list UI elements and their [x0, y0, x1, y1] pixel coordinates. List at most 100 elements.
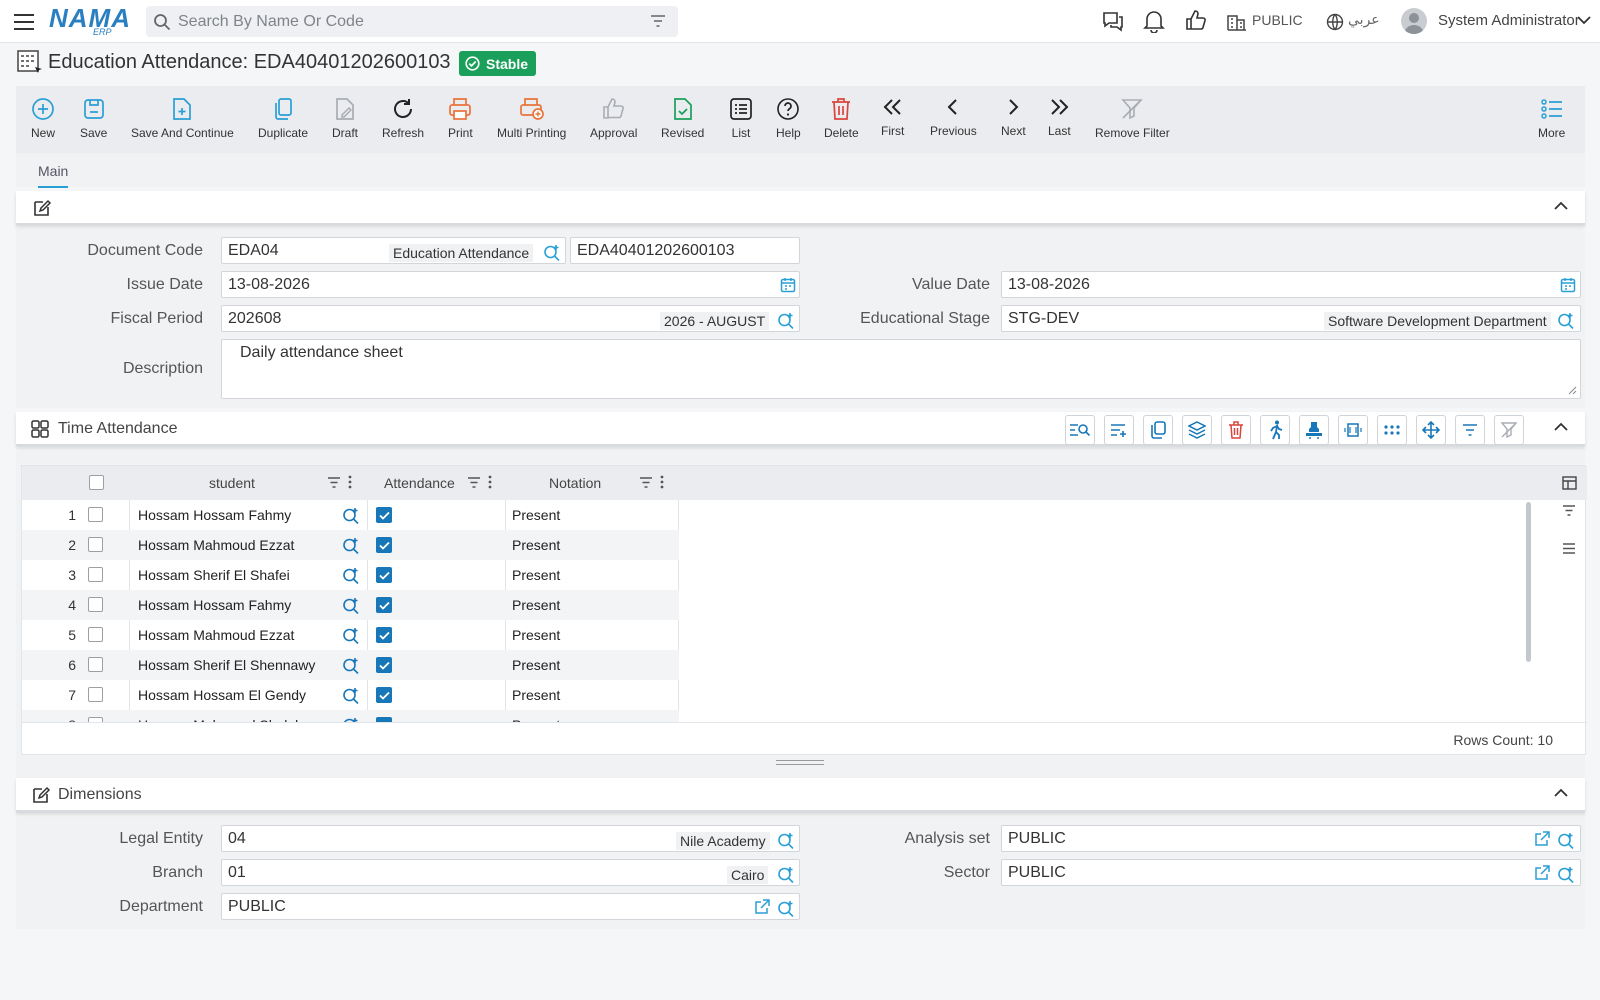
table-settings-icon[interactable] — [1562, 476, 1577, 490]
grid-stamp-button[interactable] — [1299, 415, 1329, 445]
print-button[interactable]: Print — [448, 96, 473, 140]
grid-move-button[interactable] — [1416, 415, 1446, 445]
tab-main[interactable]: Main — [38, 163, 69, 188]
calendar-icon[interactable] — [780, 277, 796, 293]
row-select-checkbox[interactable] — [88, 537, 103, 552]
value-date-field[interactable]: 13-08-2026 — [1001, 271, 1581, 298]
lookup-icon[interactable] — [1557, 865, 1575, 883]
external-link-icon[interactable] — [754, 899, 770, 915]
bell-icon[interactable] — [1143, 9, 1165, 33]
lookup-icon[interactable] — [342, 596, 360, 614]
help-button[interactable]: Help — [776, 96, 801, 140]
notation-cell[interactable]: Present — [512, 627, 560, 643]
department-field[interactable]: PUBLIC — [221, 893, 800, 920]
grid-delete-button[interactable] — [1221, 415, 1251, 445]
external-link-icon[interactable] — [1534, 865, 1550, 881]
attendance-checkbox[interactable] — [376, 687, 392, 703]
grid-remove-filter-button[interactable] — [1494, 415, 1524, 445]
lookup-icon[interactable] — [777, 865, 795, 883]
draft-button[interactable]: Draft — [332, 96, 358, 140]
row-select-checkbox[interactable] — [88, 567, 103, 582]
approval-button[interactable]: Approval — [590, 96, 637, 140]
student-cell[interactable]: Hossam Mahmoud Ezzat — [138, 627, 294, 643]
grid-scrollbar[interactable] — [1526, 502, 1531, 662]
column-menu-icon[interactable] — [660, 475, 664, 489]
lookup-icon[interactable] — [342, 506, 360, 524]
chat-icon[interactable] — [1101, 9, 1125, 33]
row-select-checkbox[interactable] — [88, 507, 103, 522]
student-cell[interactable]: Hossam Sherif El Shafei — [138, 567, 290, 583]
external-link-icon[interactable] — [1534, 831, 1550, 847]
multi-printing-button[interactable]: Multi Printing — [497, 96, 566, 140]
lookup-icon[interactable] — [777, 831, 795, 849]
grid-add-row-button[interactable] — [1104, 415, 1134, 445]
issue-date-field[interactable]: 13-08-2026 — [221, 271, 800, 298]
grid-columns-button[interactable] — [1377, 415, 1407, 445]
filter-icon[interactable] — [1562, 504, 1576, 517]
grid-search-button[interactable] — [1065, 415, 1095, 445]
menu-icon[interactable] — [13, 11, 35, 33]
educational-stage-field[interactable]: STG-DEV Software Development Department — [1001, 305, 1581, 332]
save-button[interactable]: Save — [80, 96, 107, 140]
notation-cell[interactable]: Present — [512, 687, 560, 703]
filter-icon[interactable] — [467, 476, 481, 489]
notation-cell[interactable]: Present — [512, 657, 560, 673]
lookup-icon[interactable] — [1557, 311, 1575, 329]
grid-layers-button[interactable] — [1182, 415, 1212, 445]
branch-field[interactable]: 01 Cairo — [221, 859, 800, 886]
attendance-checkbox[interactable] — [376, 537, 392, 553]
chevron-up-icon[interactable] — [1554, 422, 1568, 432]
fiscal-period-field[interactable]: 202608 2026 - AUGUST — [221, 305, 800, 332]
attendance-checkbox[interactable] — [376, 567, 392, 583]
table-row[interactable]: 7 Hossam Hossam El Gendy Present — [22, 680, 679, 710]
app-logo[interactable]: NAMA ERP — [49, 5, 131, 37]
save-and-continue-button[interactable]: Save And Continue — [131, 96, 234, 140]
column-menu-icon[interactable] — [488, 475, 492, 489]
column-header-student[interactable]: student — [209, 475, 255, 491]
table-row[interactable]: 5 Hossam Mahmoud Ezzat Present — [22, 620, 679, 650]
lookup-icon[interactable] — [342, 566, 360, 584]
attendance-checkbox[interactable] — [376, 507, 392, 523]
grid-copy-button[interactable] — [1143, 415, 1173, 445]
row-select-checkbox[interactable] — [88, 657, 103, 672]
document-number-field[interactable]: EDA40401202600103 — [570, 237, 800, 264]
filter-icon[interactable] — [639, 476, 653, 489]
table-row[interactable]: 2 Hossam Mahmoud Ezzat Present — [22, 530, 679, 560]
student-cell[interactable]: Hossam Hossam Fahmy — [138, 597, 291, 613]
chevron-up-icon[interactable] — [1554, 201, 1568, 211]
select-all-checkbox[interactable] — [89, 475, 104, 490]
list-button[interactable]: List — [729, 96, 753, 140]
calendar-icon[interactable] — [1560, 277, 1576, 293]
notation-cell[interactable]: Present — [512, 597, 560, 613]
table-row[interactable]: 4 Hossam Hossam Fahmy Present — [22, 590, 679, 620]
search-input[interactable] — [178, 6, 638, 37]
last-button[interactable]: Last — [1048, 94, 1071, 138]
column-header-notation[interactable]: Notation — [549, 475, 601, 491]
new-button[interactable]: New — [31, 96, 55, 140]
row-select-checkbox[interactable] — [88, 687, 103, 702]
student-cell[interactable]: Hossam Sherif El Shennawy — [138, 657, 315, 673]
chevron-up-icon[interactable] — [1554, 788, 1568, 798]
attendance-checkbox[interactable] — [376, 627, 392, 643]
resize-grip[interactable] — [776, 760, 824, 765]
lookup-icon[interactable] — [342, 536, 360, 554]
lookup-icon[interactable] — [777, 311, 795, 329]
notation-cell[interactable]: Present — [512, 537, 560, 553]
lookup-icon[interactable] — [543, 243, 561, 261]
column-header-attendance[interactable]: Attendance — [384, 475, 455, 491]
sector-field[interactable]: PUBLIC — [1001, 859, 1581, 886]
analysis-set-field[interactable]: PUBLIC — [1001, 825, 1581, 852]
org-label[interactable]: PUBLIC — [1252, 12, 1303, 28]
user-menu[interactable]: System Administrator — [1438, 12, 1580, 29]
description-textarea[interactable]: Daily attendance sheet — [221, 339, 1581, 399]
lookup-icon[interactable] — [777, 899, 795, 917]
lookup-icon[interactable] — [1557, 831, 1575, 849]
student-cell[interactable]: Hossam Mahmoud Ezzat — [138, 537, 294, 553]
lookup-icon[interactable] — [342, 656, 360, 674]
table-row[interactable]: 1 Hossam Hossam Fahmy Present — [22, 500, 679, 530]
delete-button[interactable]: Delete — [824, 96, 859, 140]
filter-icon[interactable] — [327, 476, 341, 489]
next-button[interactable]: Next — [1001, 94, 1026, 138]
avatar[interactable] — [1401, 8, 1427, 34]
duplicate-button[interactable]: Duplicate — [258, 96, 308, 140]
